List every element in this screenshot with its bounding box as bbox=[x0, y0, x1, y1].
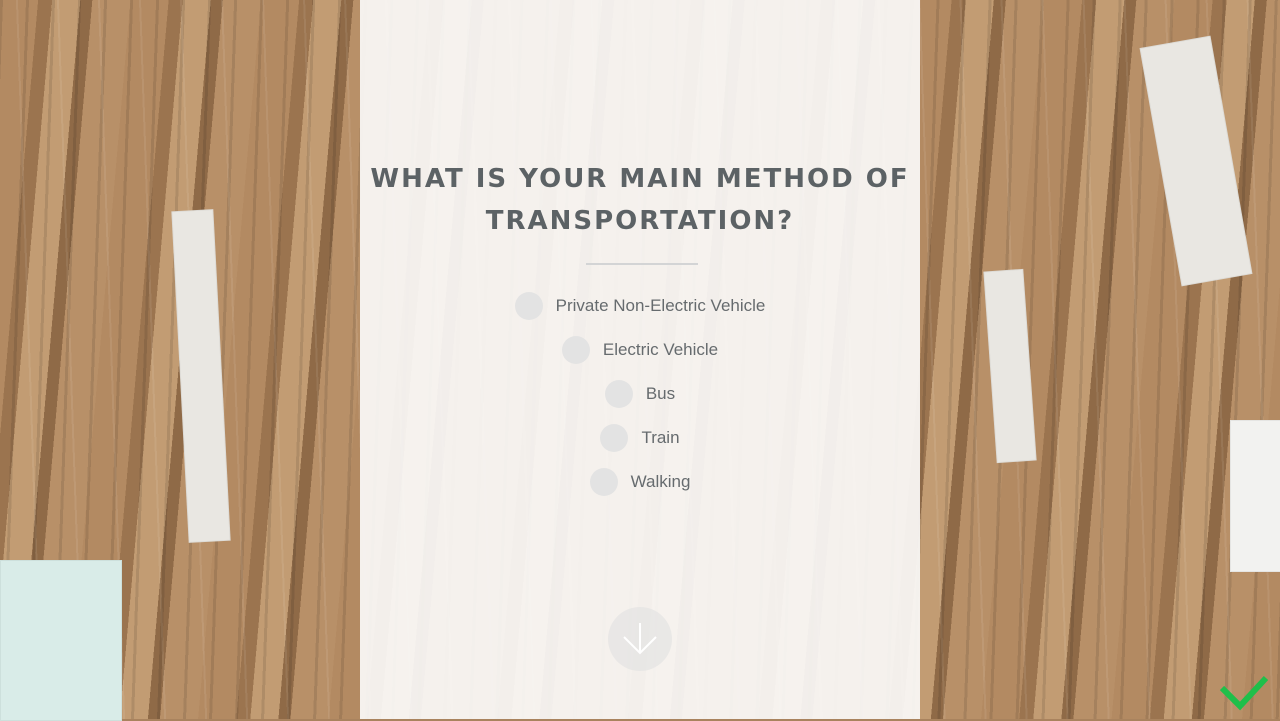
radio-button[interactable] bbox=[514, 292, 543, 320]
option-label: Private Non-Electric Vehicle bbox=[555, 296, 766, 315]
radio-button[interactable] bbox=[604, 380, 633, 408]
radio-button[interactable] bbox=[600, 424, 629, 452]
radio-button[interactable] bbox=[561, 336, 590, 364]
question-title: WHAT IS YOUR MAIN METHOD OF TRANSPORTATI… bbox=[370, 164, 910, 236]
option-train[interactable]: Train bbox=[360, 416, 920, 460]
arrow-down-icon bbox=[623, 623, 657, 655]
title-divider bbox=[586, 263, 698, 265]
background-paper-scrap bbox=[1230, 420, 1280, 572]
option-private-non-electric-vehicle[interactable]: Private Non-Electric Vehicle bbox=[360, 284, 920, 328]
option-label: Bus bbox=[645, 384, 676, 403]
check-icon bbox=[1219, 675, 1268, 711]
option-bus[interactable]: Bus bbox=[360, 372, 920, 416]
option-label: Walking bbox=[630, 472, 691, 491]
background-paper-scrap bbox=[0, 560, 122, 721]
radio-button[interactable] bbox=[589, 468, 618, 496]
option-walking[interactable]: Walking bbox=[360, 460, 920, 504]
option-electric-vehicle[interactable]: Electric Vehicle bbox=[360, 328, 920, 372]
next-question-button[interactable] bbox=[608, 607, 672, 671]
option-label: Electric Vehicle bbox=[602, 340, 719, 359]
answer-options: Private Non-Electric Vehicle Electric Ve… bbox=[360, 284, 920, 504]
option-label: Train bbox=[641, 428, 680, 447]
